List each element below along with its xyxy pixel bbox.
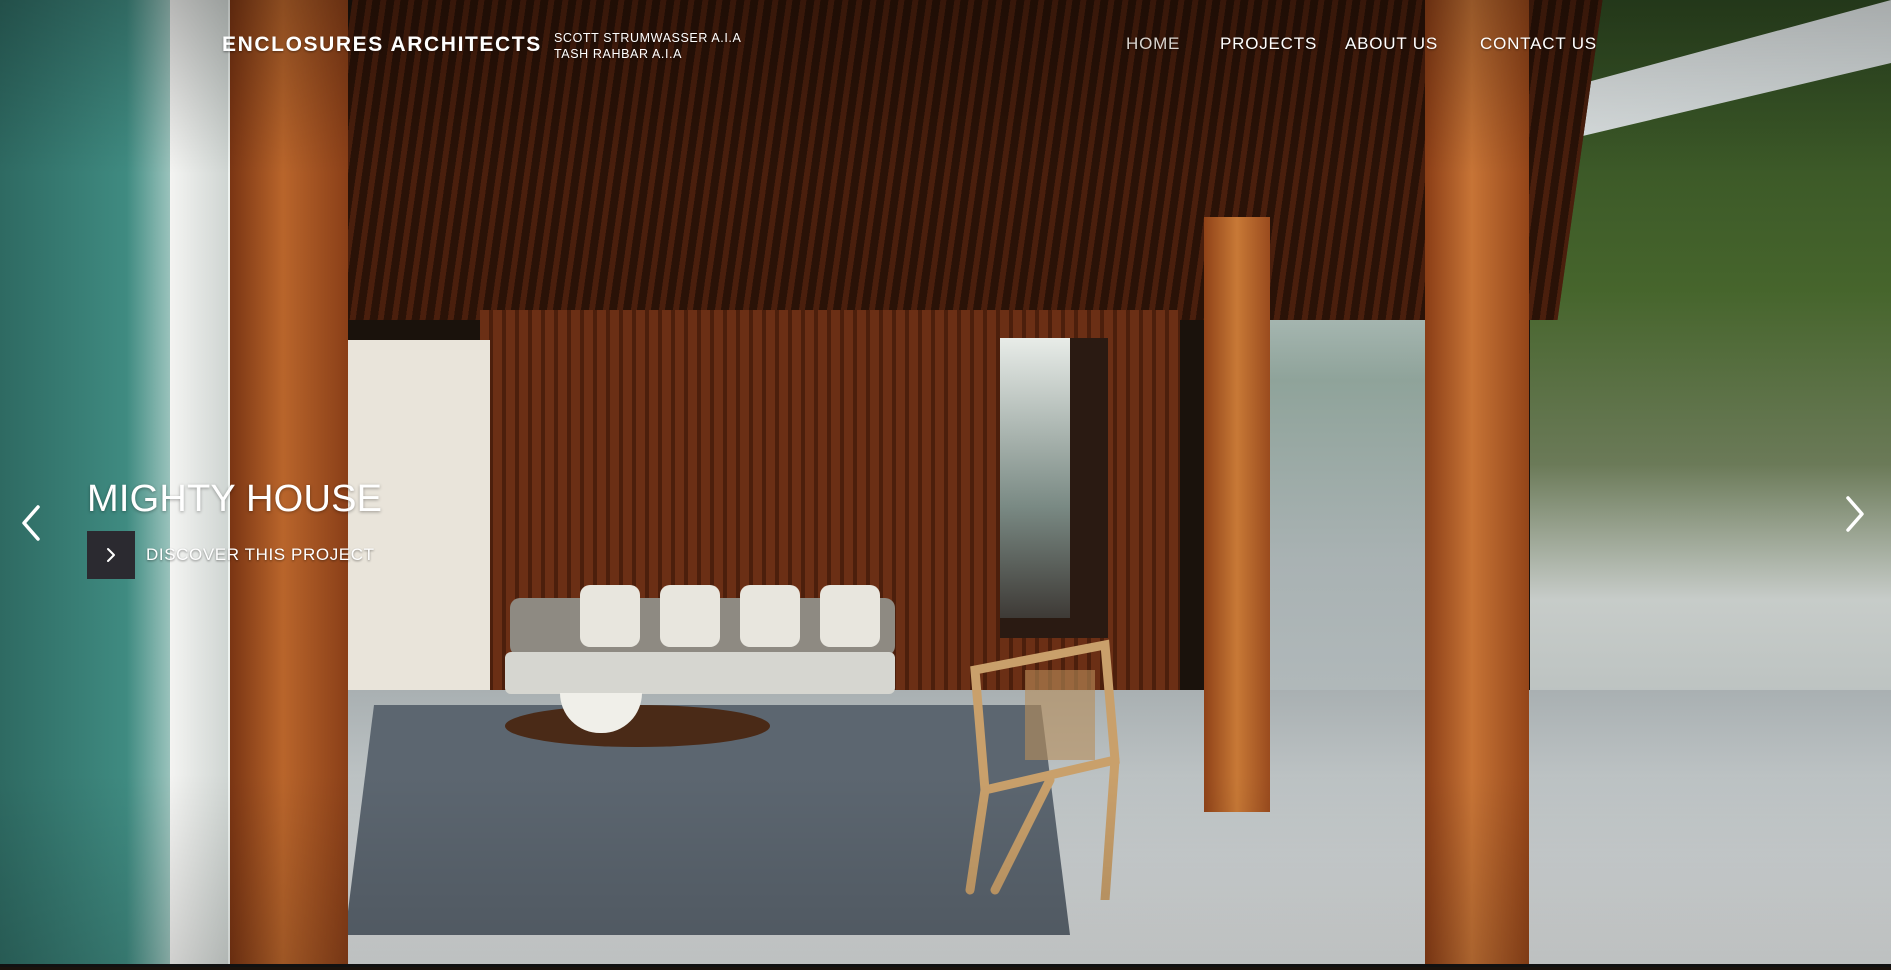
nav-item-about-us[interactable]: ABOUT US <box>1345 34 1438 54</box>
next-slide-button[interactable] <box>1840 494 1868 534</box>
slider-progress-bar <box>0 964 1891 967</box>
slide-title: MIGHTY HOUSE <box>87 478 383 520</box>
chevron-right-icon <box>107 548 115 562</box>
discover-project-link[interactable]: DISCOVER THIS PROJECT <box>146 545 375 565</box>
previous-slide-button[interactable] <box>18 503 46 543</box>
site-header: ENCLOSURES ARCHITECTS SCOTT STRUMWASSER … <box>0 0 1891 90</box>
chevron-left-icon <box>22 505 40 541</box>
nav-item-contact-us[interactable]: CONTACT US <box>1480 34 1597 54</box>
chevron-right-icon <box>1846 496 1864 532</box>
main-nav: HOME PROJECTS ABOUT US CONTACT US <box>0 34 1891 58</box>
discover-project-button[interactable] <box>87 531 135 579</box>
nav-item-home[interactable]: HOME <box>1126 34 1180 54</box>
nav-item-projects[interactable]: PROJECTS <box>1220 34 1317 54</box>
